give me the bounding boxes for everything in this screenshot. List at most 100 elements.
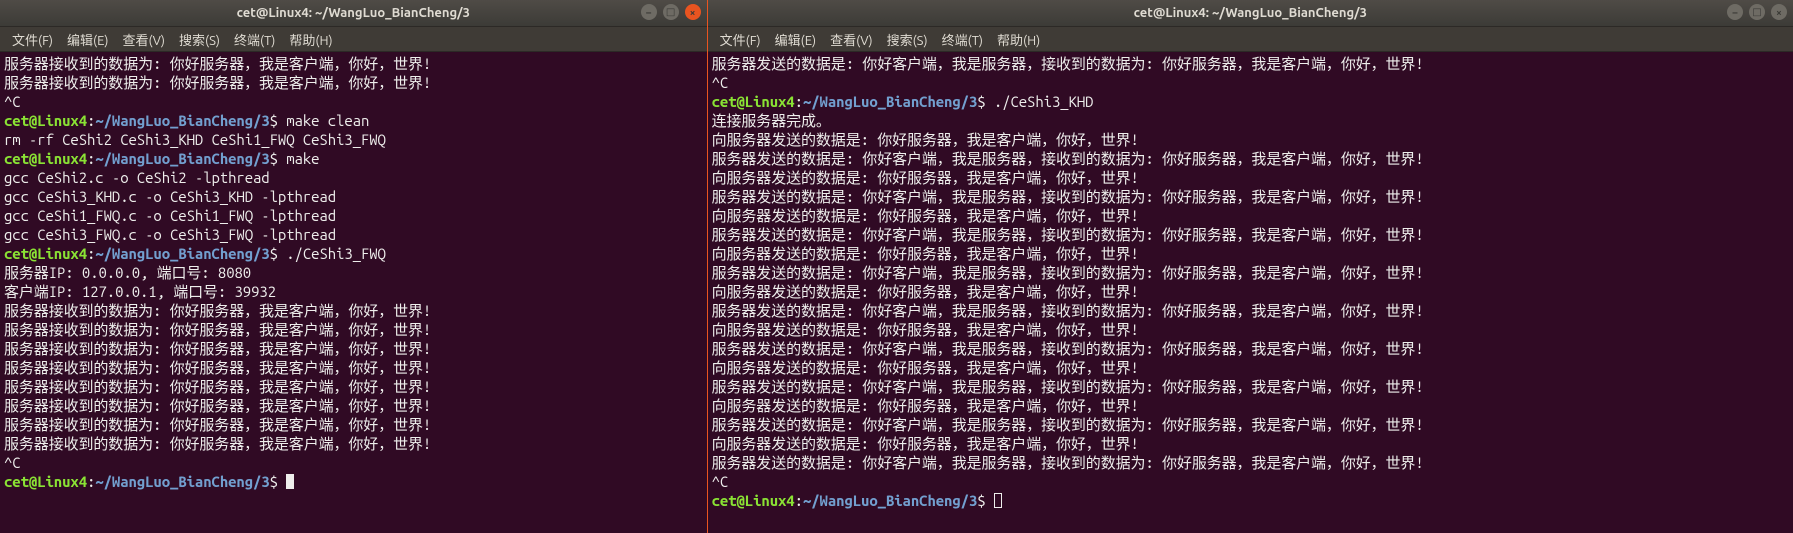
output-line: 服务器接收到的数据为: 你好服务器，我是客户端，你好，世界! xyxy=(4,320,703,339)
prompt-path: ~/WangLuo_BianCheng/3 xyxy=(95,112,269,129)
output-line: 向服务器发送的数据是: 你好服务器，我是客户端，你好，世界! xyxy=(712,168,1789,187)
window-title: cet@Linux4: ~/WangLuo_BianCheng/3 xyxy=(1134,6,1367,20)
output-line: 服务器接收到的数据为: 你好服务器，我是客户端，你好，世界! xyxy=(4,54,703,73)
command-text: make xyxy=(286,150,319,167)
menu-help[interactable]: 帮助(H) xyxy=(283,28,338,51)
prompt-dollar: $ xyxy=(270,473,287,490)
output-line: 服务器发送的数据是: 你好客户端，我是服务器，接收到的数据为: 你好服务器，我是… xyxy=(712,187,1789,206)
output-line: 向服务器发送的数据是: 你好服务器，我是客户端，你好，世界! xyxy=(712,358,1789,377)
prompt-dollar: $ xyxy=(270,245,287,262)
output-line: 服务器接收到的数据为: 你好服务器，我是客户端，你好，世界! xyxy=(4,358,703,377)
output-line: gcc CeShi3_FWQ.c -o CeShi3_FWQ -lpthread xyxy=(4,225,703,244)
command-text: ./CeShi3_KHD xyxy=(994,93,1094,110)
menu-view[interactable]: 查看(V) xyxy=(117,28,171,51)
output-line: 服务器发送的数据是: 你好客户端，我是服务器，接收到的数据为: 你好服务器，我是… xyxy=(712,377,1789,396)
prompt-colon: : xyxy=(795,93,803,110)
cursor xyxy=(286,474,294,489)
menu-view[interactable]: 查看(V) xyxy=(824,28,878,51)
output-line: 服务器接收到的数据为: 你好服务器，我是客户端，你好，世界! xyxy=(4,377,703,396)
minimize-button[interactable]: – xyxy=(1727,4,1743,20)
output-line: 服务器接收到的数据为: 你好服务器，我是客户端，你好，世界! xyxy=(4,434,703,453)
window-controls: – □ × xyxy=(1727,4,1787,20)
output-line: gcc CeShi3_KHD.c -o CeShi3_KHD -lpthread xyxy=(4,187,703,206)
terminal-window-left: cet@Linux4: ~/WangLuo_BianCheng/3 – □ × … xyxy=(0,0,707,533)
prompt-dollar: $ xyxy=(270,112,287,129)
terminal-body-left[interactable]: 服务器接收到的数据为: 你好服务器，我是客户端，你好，世界!服务器接收到的数据为… xyxy=(0,52,707,533)
prompt-path: ~/WangLuo_BianCheng/3 xyxy=(803,93,977,110)
command-text: make clean xyxy=(286,112,369,129)
output-line: 服务器接收到的数据为: 你好服务器，我是客户端，你好，世界! xyxy=(4,339,703,358)
output-line: 向服务器发送的数据是: 你好服务器，我是客户端，你好，世界! xyxy=(712,244,1789,263)
menu-edit[interactable]: 编辑(E) xyxy=(61,28,114,51)
prompt-dollar: $ xyxy=(977,492,994,509)
menu-edit[interactable]: 编辑(E) xyxy=(769,28,822,51)
close-button[interactable]: × xyxy=(685,4,701,20)
output-line: 连接服务器完成。 xyxy=(712,111,1789,130)
output-line: gcc CeShi1_FWQ.c -o CeShi1_FWQ -lpthread xyxy=(4,206,703,225)
output-line: 服务器发送的数据是: 你好客户端，我是服务器，接收到的数据为: 你好服务器，我是… xyxy=(712,54,1789,73)
cursor xyxy=(994,493,1002,508)
menu-terminal[interactable]: 终端(T) xyxy=(936,28,989,51)
prompt-line: cet@Linux4:~/WangLuo_BianCheng/3$ xyxy=(4,472,703,491)
menu-file[interactable]: 文件(F) xyxy=(714,28,767,51)
output-line: 服务器发送的数据是: 你好客户端，我是服务器，接收到的数据为: 你好服务器，我是… xyxy=(712,415,1789,434)
output-line: 服务器接收到的数据为: 你好服务器，我是客户端，你好，世界! xyxy=(4,396,703,415)
output-line: 向服务器发送的数据是: 你好服务器，我是客户端，你好，世界! xyxy=(712,320,1789,339)
terminal-body-right[interactable]: 服务器发送的数据是: 你好客户端，我是服务器，接收到的数据为: 你好服务器，我是… xyxy=(708,52,1793,533)
prompt-path: ~/WangLuo_BianCheng/3 xyxy=(95,473,269,490)
prompt-path: ~/WangLuo_BianCheng/3 xyxy=(95,245,269,262)
prompt-user: cet@Linux4 xyxy=(4,473,87,490)
output-line: 服务器发送的数据是: 你好客户端，我是服务器，接收到的数据为: 你好服务器，我是… xyxy=(712,149,1789,168)
menu-help[interactable]: 帮助(H) xyxy=(991,28,1046,51)
output-line: ^C xyxy=(4,453,703,472)
output-line: ^C xyxy=(712,472,1789,491)
prompt-dollar: $ xyxy=(977,93,994,110)
output-line: ^C xyxy=(4,92,703,111)
output-line: 服务器接收到的数据为: 你好服务器，我是客户端，你好，世界! xyxy=(4,73,703,92)
prompt-user: cet@Linux4 xyxy=(4,112,87,129)
menu-search[interactable]: 搜索(S) xyxy=(173,28,226,51)
output-line: 向服务器发送的数据是: 你好服务器，我是客户端，你好，世界! xyxy=(712,206,1789,225)
maximize-button[interactable]: □ xyxy=(663,4,679,20)
prompt-user: cet@Linux4 xyxy=(4,150,87,167)
prompt-line: cet@Linux4:~/WangLuo_BianCheng/3$ make xyxy=(4,149,703,168)
output-line: 服务器发送的数据是: 你好客户端，我是服务器，接收到的数据为: 你好服务器，我是… xyxy=(712,225,1789,244)
prompt-user: cet@Linux4 xyxy=(4,245,87,262)
output-line: 向服务器发送的数据是: 你好服务器，我是客户端，你好，世界! xyxy=(712,130,1789,149)
output-line: 向服务器发送的数据是: 你好服务器，我是客户端，你好，世界! xyxy=(712,396,1789,415)
prompt-user: cet@Linux4 xyxy=(712,492,795,509)
titlebar-right[interactable]: cet@Linux4: ~/WangLuo_BianCheng/3 – □ × xyxy=(708,0,1793,27)
minimize-button[interactable]: – xyxy=(641,4,657,20)
prompt-path: ~/WangLuo_BianCheng/3 xyxy=(803,492,977,509)
output-line: 服务器接收到的数据为: 你好服务器，我是客户端，你好，世界! xyxy=(4,301,703,320)
window-controls: – □ × xyxy=(641,4,701,20)
output-line: 服务器发送的数据是: 你好客户端，我是服务器，接收到的数据为: 你好服务器，我是… xyxy=(712,339,1789,358)
close-button[interactable]: × xyxy=(1771,4,1787,20)
output-line: 向服务器发送的数据是: 你好服务器，我是客户端，你好，世界! xyxy=(712,434,1789,453)
prompt-dollar: $ xyxy=(270,150,287,167)
prompt-path: ~/WangLuo_BianCheng/3 xyxy=(95,150,269,167)
output-line: 服务器发送的数据是: 你好客户端，我是服务器，接收到的数据为: 你好服务器，我是… xyxy=(712,263,1789,282)
prompt-line: cet@Linux4:~/WangLuo_BianCheng/3$ xyxy=(712,491,1789,510)
prompt-line: cet@Linux4:~/WangLuo_BianCheng/3$ ./CeSh… xyxy=(712,92,1789,111)
terminal-window-right: cet@Linux4: ~/WangLuo_BianCheng/3 – □ × … xyxy=(707,0,1793,533)
menubar-left: 文件(F) 编辑(E) 查看(V) 搜索(S) 终端(T) 帮助(H) xyxy=(0,27,707,52)
output-line: 向服务器发送的数据是: 你好服务器，我是客户端，你好，世界! xyxy=(712,282,1789,301)
menu-terminal[interactable]: 终端(T) xyxy=(228,28,281,51)
output-line: 服务器接收到的数据为: 你好服务器，我是客户端，你好，世界! xyxy=(4,415,703,434)
window-title: cet@Linux4: ~/WangLuo_BianCheng/3 xyxy=(237,6,470,20)
menu-file[interactable]: 文件(F) xyxy=(6,28,59,51)
maximize-button[interactable]: □ xyxy=(1749,4,1765,20)
output-line: 服务器IP: 0.0.0.0, 端口号: 8080 xyxy=(4,263,703,282)
output-line: ^C xyxy=(712,73,1789,92)
prompt-user: cet@Linux4 xyxy=(712,93,795,110)
output-line: rm -rf CeShi2 CeShi3_KHD CeShi1_FWQ CeSh… xyxy=(4,130,703,149)
prompt-line: cet@Linux4:~/WangLuo_BianCheng/3$ ./CeSh… xyxy=(4,244,703,263)
output-line: 服务器发送的数据是: 你好客户端，我是服务器，接收到的数据为: 你好服务器，我是… xyxy=(712,453,1789,472)
output-line: 客户端IP: 127.0.0.1, 端口号: 39932 xyxy=(4,282,703,301)
output-line: 服务器发送的数据是: 你好客户端，我是服务器，接收到的数据为: 你好服务器，我是… xyxy=(712,301,1789,320)
menu-search[interactable]: 搜索(S) xyxy=(881,28,934,51)
menubar-right: 文件(F) 编辑(E) 查看(V) 搜索(S) 终端(T) 帮助(H) xyxy=(708,27,1793,52)
titlebar-left[interactable]: cet@Linux4: ~/WangLuo_BianCheng/3 – □ × xyxy=(0,0,707,27)
output-line: gcc CeShi2.c -o CeShi2 -lpthread xyxy=(4,168,703,187)
